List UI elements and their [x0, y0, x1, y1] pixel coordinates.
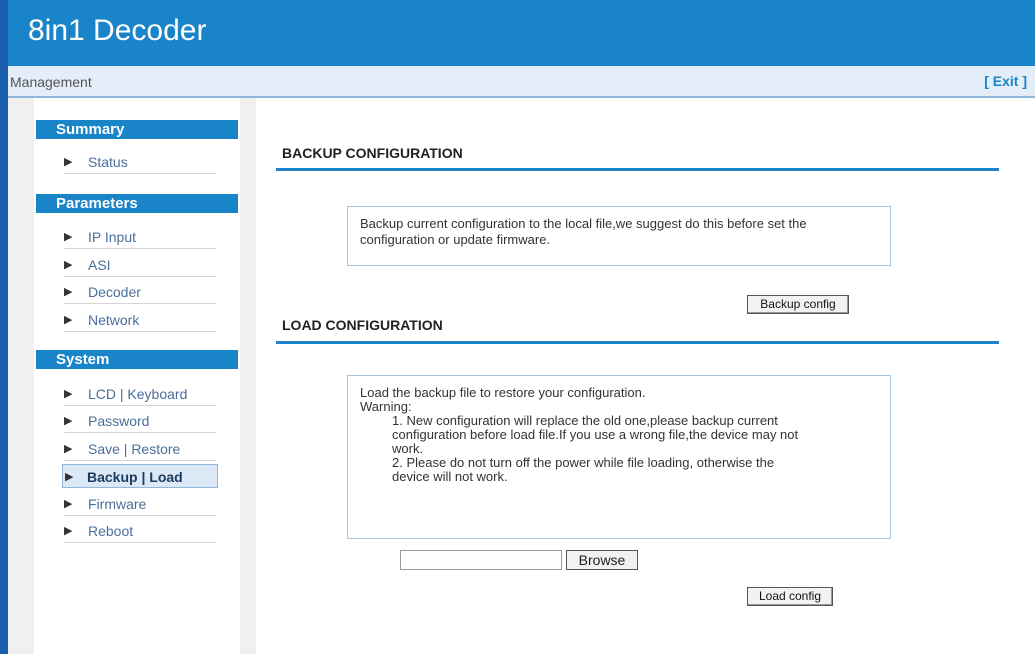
load-warning-label: Warning:	[360, 399, 412, 414]
sidebar-item-label: Firmware	[88, 496, 147, 512]
sidebar-item-label: ASI	[88, 257, 111, 273]
browse-button[interactable]: Browse	[566, 550, 638, 570]
load-warning-item-2: 2. Please do not turn off the power whil…	[360, 456, 878, 484]
app-title: 8in1 Decoder	[28, 14, 207, 47]
sidebar-item-label: Backup | Load	[87, 469, 183, 485]
arrow-right-icon: ▶	[64, 498, 73, 510]
sidebar-section-parameters: Parameters	[36, 194, 238, 213]
sidebar-section-summary: Summary	[36, 120, 238, 139]
sidebar-item-label: Save | Restore	[88, 441, 181, 457]
arrow-right-icon: ▶	[64, 314, 73, 326]
load-warning-text: 1. New configuration will replace the ol…	[392, 413, 778, 428]
management-label: Management	[10, 74, 92, 90]
load-warning-text: device will not work.	[392, 469, 508, 484]
app-header: 8in1 Decoder	[8, 0, 1035, 66]
exit-link[interactable]: [ Exit ]	[984, 73, 1027, 89]
arrow-right-icon: ▶	[64, 388, 73, 400]
load-description-line: Load the backup file to restore your con…	[360, 385, 646, 400]
arrow-right-icon: ▶	[64, 156, 73, 168]
load-description-box: Load the backup file to restore your con…	[347, 375, 891, 539]
management-bar: Management [ Exit ]	[8, 66, 1035, 98]
main-content: BACKUP CONFIGURATION Backup current conf…	[256, 98, 1035, 654]
arrow-right-icon: ▶	[64, 443, 73, 455]
sidebar: Summary ▶ Status Parameters ▶ IP Input ▶…	[34, 98, 240, 654]
sidebar-item-label: LCD | Keyboard	[88, 386, 188, 402]
sidebar-item-status[interactable]: ▶ Status	[64, 150, 216, 174]
sidebar-section-system: System	[36, 350, 238, 369]
arrow-right-icon: ▶	[64, 525, 73, 537]
sidebar-item-asi[interactable]: ▶ ASI	[64, 253, 216, 277]
load-config-button[interactable]: Load config	[747, 587, 833, 606]
sidebar-item-reboot[interactable]: ▶ Reboot	[64, 519, 216, 543]
arrow-right-icon: ▶	[64, 286, 73, 298]
sidebar-item-ip-input[interactable]: ▶ IP Input	[64, 225, 216, 249]
backup-config-button[interactable]: Backup config	[747, 295, 849, 314]
backup-description-line: Backup current configuration to the loca…	[360, 216, 807, 231]
load-warning-text: configuration before load file.If you us…	[392, 427, 799, 442]
sidebar-item-lcd-keyboard[interactable]: ▶ LCD | Keyboard	[64, 382, 216, 406]
load-section-title: LOAD CONFIGURATION	[282, 317, 443, 333]
sidebar-item-label: Decoder	[88, 284, 141, 300]
window-left-edge	[0, 0, 8, 654]
arrow-right-icon: ▶	[65, 471, 74, 483]
sidebar-item-label: Network	[88, 312, 140, 328]
sidebar-item-label: Status	[88, 154, 128, 170]
load-warning-item-1: 1. New configuration will replace the ol…	[360, 414, 878, 456]
sidebar-item-label: Reboot	[88, 523, 134, 539]
load-warning-text: work.	[392, 441, 424, 456]
sidebar-item-decoder[interactable]: ▶ Decoder	[64, 280, 216, 304]
load-warning-text: 2. Please do not turn off the power whil…	[392, 455, 775, 470]
arrow-right-icon: ▶	[64, 259, 73, 271]
file-path-input[interactable]	[400, 550, 562, 570]
arrow-right-icon: ▶	[64, 231, 73, 243]
sidebar-item-save-restore[interactable]: ▶ Save | Restore	[64, 437, 216, 461]
backup-section-title: BACKUP CONFIGURATION	[282, 145, 463, 161]
backup-section-divider	[276, 168, 999, 171]
arrow-right-icon: ▶	[64, 415, 73, 427]
backup-description-line: configuration or update firmware.	[360, 232, 551, 247]
sidebar-item-label: Password	[88, 413, 150, 429]
sidebar-item-network[interactable]: ▶ Network	[64, 308, 216, 332]
sidebar-item-label: IP Input	[88, 229, 137, 245]
sidebar-item-backup-load[interactable]: ▶ Backup | Load	[62, 464, 218, 488]
sidebar-item-firmware[interactable]: ▶ Firmware	[64, 492, 216, 516]
load-section-divider	[276, 341, 999, 344]
sidebar-item-password[interactable]: ▶ Password	[64, 409, 216, 433]
backup-description-box: Backup current configuration to the loca…	[347, 206, 891, 266]
